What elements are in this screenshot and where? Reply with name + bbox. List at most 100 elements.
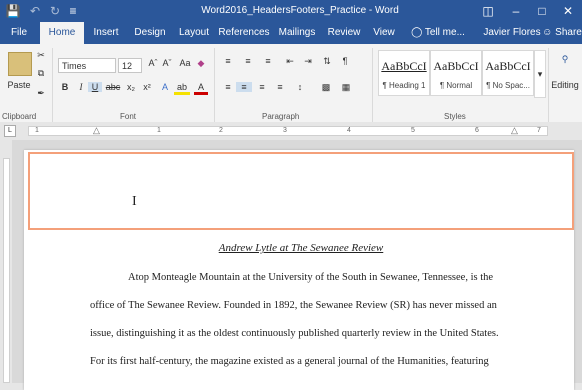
text-effects-icon[interactable]: A: [158, 82, 172, 92]
paragraph-group-label: Paragraph: [262, 112, 300, 121]
bullets-icon[interactable]: ≡: [220, 56, 236, 66]
superscript-icon[interactable]: x²: [140, 82, 154, 92]
shrink-font-icon[interactable]: Aˇ: [160, 58, 174, 68]
font-color-icon[interactable]: A: [194, 82, 208, 95]
grow-font-icon[interactable]: Aˆ: [146, 58, 160, 68]
increase-indent-icon[interactable]: ⇥: [300, 56, 316, 67]
paragraph-line[interactable]: For its first half-century, the magazine…: [90, 356, 489, 367]
person-icon: ☺: [542, 27, 553, 38]
paragraph-line[interactable]: Atop Monteagle Mountain at the Universit…: [128, 272, 493, 283]
align-center-icon[interactable]: ≡: [236, 82, 252, 92]
ribbon-home: Paste ✂ ⧉ ✒ Clipboard Times 12 Aˆ Aˇ Aa …: [0, 44, 582, 123]
strikethrough-icon[interactable]: abc: [104, 82, 122, 92]
tab-selector-icon[interactable]: L: [4, 125, 16, 137]
subscript-icon[interactable]: x₂: [124, 82, 138, 92]
align-right-icon[interactable]: ≡: [254, 82, 270, 92]
tab-layout[interactable]: Layout: [172, 22, 216, 44]
group-separator: [372, 48, 373, 122]
document-title[interactable]: Andrew Lytle at The Sewanee Review: [28, 242, 574, 254]
style-name: ¶ No Spac...: [486, 81, 530, 90]
tell-me-box[interactable]: ◯ Tell me...: [406, 22, 470, 44]
font-name-combo[interactable]: Times: [58, 58, 116, 73]
vertical-ruler-strip[interactable]: [3, 158, 10, 383]
multilevel-list-icon[interactable]: ≡: [260, 56, 276, 66]
italic-icon[interactable]: I: [74, 82, 88, 92]
font-size-combo[interactable]: 12: [118, 58, 142, 73]
shading-icon[interactable]: ▩: [318, 82, 334, 93]
highlight-icon[interactable]: ab: [174, 82, 190, 95]
style-preview: AaBbCcI: [381, 59, 427, 73]
ruler-number: 1: [157, 127, 161, 134]
share-button[interactable]: ☺ Share: [542, 22, 582, 44]
copy-icon[interactable]: ⧉: [34, 68, 48, 79]
numbering-icon[interactable]: ≡: [240, 56, 256, 66]
text-cursor-icon: I: [132, 194, 137, 209]
header-area[interactable]: [28, 152, 574, 230]
style-preview: AaBbCcI: [485, 59, 531, 73]
style-name: ¶ Normal: [439, 81, 473, 90]
ribbon-tabs: File Home Insert Design Layout Reference…: [0, 22, 582, 44]
group-separator: [52, 48, 53, 122]
sort-icon[interactable]: ⇅: [320, 56, 334, 67]
group-separator: [548, 48, 549, 122]
lightbulb-icon: ◯: [411, 27, 423, 38]
tab-view[interactable]: View: [366, 22, 402, 44]
align-left-icon[interactable]: ≡: [220, 82, 236, 92]
title-bar: 💾 ↶ ↻ ≡ Word2016_HeadersFooters_Practice…: [0, 0, 582, 22]
ruler-number: 5: [411, 127, 415, 134]
borders-icon[interactable]: ▦: [338, 82, 354, 93]
vertical-ruler: [0, 140, 12, 383]
paste-button[interactable]: Paste: [4, 80, 34, 90]
clear-formatting-icon[interactable]: ◆: [194, 58, 208, 69]
ruler-number: 7: [537, 127, 541, 134]
show-marks-icon[interactable]: ¶: [338, 56, 352, 66]
format-painter-icon[interactable]: ✒: [34, 88, 48, 99]
style-name: ¶ Heading 1: [382, 81, 426, 90]
right-indent-marker[interactable]: △: [511, 125, 518, 136]
indent-marker[interactable]: △: [93, 125, 100, 136]
close-icon[interactable]: ✕: [558, 0, 578, 22]
styles-group-label: Styles: [444, 112, 466, 121]
tab-home[interactable]: Home: [40, 22, 84, 44]
change-case-icon[interactable]: Aa: [176, 58, 194, 68]
line-spacing-icon[interactable]: ↕: [292, 82, 308, 92]
paragraph-line[interactable]: office of The Sewanee Review. Founded in…: [90, 300, 497, 311]
bold-icon[interactable]: B: [58, 82, 72, 92]
paragraph-line[interactable]: issue, distinguishing it as the oldest c…: [90, 328, 499, 339]
window-title: Word2016_HeadersFooters_Practice - Word: [201, 5, 399, 16]
tab-review[interactable]: Review: [322, 22, 366, 44]
styles-more-icon[interactable]: ▾: [534, 50, 546, 98]
tell-me-label: Tell me...: [424, 27, 465, 38]
ruler-strip[interactable]: 1 1 2 3 4 5 6 7 △ △: [28, 125, 548, 136]
ribbon-display-options-icon[interactable]: ◫: [478, 0, 498, 22]
ruler-number: 4: [347, 127, 351, 134]
redo-icon[interactable]: ↻: [46, 0, 64, 22]
style-normal[interactable]: AaBbCcI ¶ Normal: [430, 50, 482, 96]
user-name[interactable]: Javier Flores: [482, 22, 542, 44]
minimize-icon[interactable]: –: [506, 0, 526, 22]
cut-icon[interactable]: ✂: [34, 50, 48, 61]
tab-insert[interactable]: Insert: [86, 22, 126, 44]
underline-icon[interactable]: U: [88, 82, 102, 92]
ruler-number: 6: [475, 127, 479, 134]
style-heading-1[interactable]: AaBbCcI ¶ Heading 1: [378, 50, 430, 96]
clipboard-group-label: Clipboard: [2, 112, 37, 121]
save-icon[interactable]: 💾: [4, 0, 22, 22]
group-separator: [214, 48, 215, 122]
tab-references[interactable]: References: [216, 22, 272, 44]
customize-qat-icon[interactable]: ≡: [66, 0, 80, 22]
style-no-spacing[interactable]: AaBbCcI ¶ No Spac...: [482, 50, 534, 96]
paste-icon[interactable]: [8, 52, 32, 76]
find-icon[interactable]: ⚲: [556, 54, 574, 65]
tab-file[interactable]: File: [2, 22, 36, 44]
tab-design[interactable]: Design: [128, 22, 172, 44]
justify-icon[interactable]: ≡: [272, 82, 288, 92]
decrease-indent-icon[interactable]: ⇤: [282, 56, 298, 67]
ruler-number: 3: [283, 127, 287, 134]
undo-icon[interactable]: ↶: [26, 0, 44, 22]
tab-mailings[interactable]: Mailings: [272, 22, 322, 44]
ruler-number: 2: [219, 127, 223, 134]
maximize-icon[interactable]: □: [532, 0, 552, 22]
editing-button[interactable]: Editing: [550, 80, 580, 90]
font-group-label: Font: [120, 112, 137, 121]
